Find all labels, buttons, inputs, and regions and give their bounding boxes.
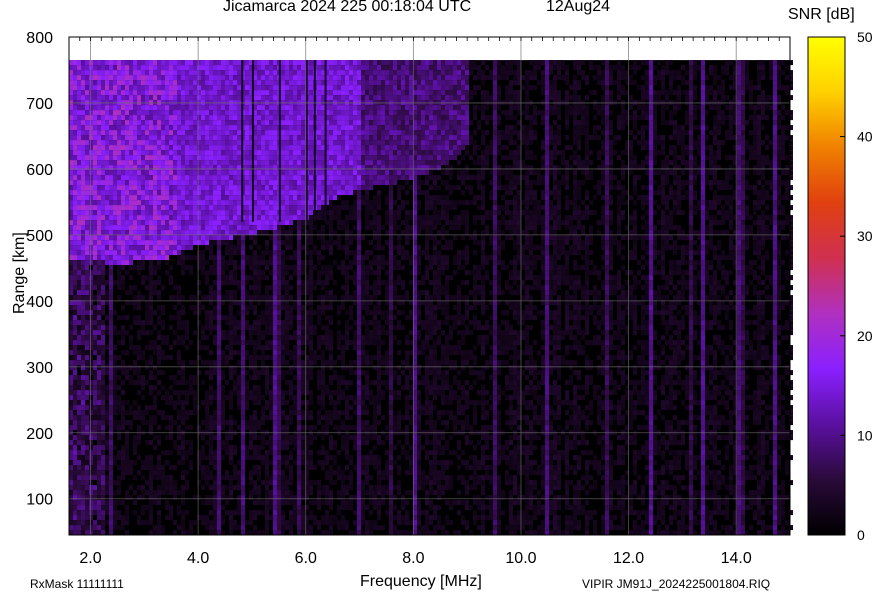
x-tick-label: 2.0 bbox=[79, 550, 101, 567]
x-tick-label: 4.0 bbox=[187, 550, 209, 567]
ionogram-chart: 2.0 4.0 6.0 8.0 10.0 12.0 14.01002003004005006… bbox=[26, 29, 873, 567]
x-tick-label: 10.0 bbox=[505, 550, 536, 567]
y-tick-label: 200 bbox=[26, 426, 53, 443]
no-data-strip bbox=[69, 37, 790, 61]
y-tick-label: 700 bbox=[26, 96, 53, 113]
echo-gap bbox=[278, 60, 281, 222]
colorbar-tick-label: 20 bbox=[857, 328, 873, 344]
y-tick-label: 300 bbox=[26, 360, 53, 377]
colorbar-tick-label: 30 bbox=[857, 228, 873, 244]
x-tick-label: 14.0 bbox=[721, 550, 752, 567]
y-tick-label: 500 bbox=[26, 228, 53, 245]
echo-gap bbox=[251, 60, 254, 222]
colorbar-tick-label: 10 bbox=[857, 427, 873, 443]
x-tick-label: 6.0 bbox=[295, 550, 317, 567]
x-tick-label: 8.0 bbox=[402, 550, 424, 567]
y-tick-label: 100 bbox=[26, 492, 53, 509]
colorbar-tick-label: 50 bbox=[857, 29, 873, 45]
echo-gap bbox=[241, 60, 244, 222]
echo-gap bbox=[324, 60, 327, 222]
y-tick-label: 800 bbox=[26, 30, 53, 47]
x-tick-label: 12.0 bbox=[613, 550, 644, 567]
colorbar bbox=[807, 36, 846, 536]
colorbar-tick-label: 40 bbox=[857, 129, 873, 145]
echo-gap bbox=[313, 60, 316, 222]
colorbar-tick-label: 0 bbox=[857, 527, 865, 543]
y-tick-label: 400 bbox=[26, 294, 53, 311]
y-tick-label: 600 bbox=[26, 162, 53, 179]
